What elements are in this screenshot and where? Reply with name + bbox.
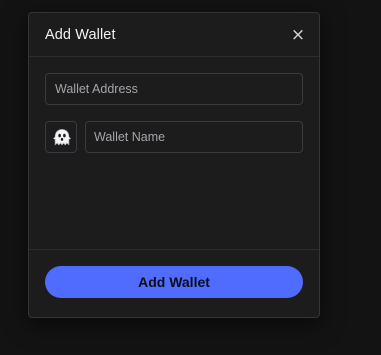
dialog-header: Add Wallet × xyxy=(29,13,319,57)
dialog-footer: Add Wallet xyxy=(29,249,319,318)
close-button[interactable]: × xyxy=(289,26,307,44)
add-wallet-dialog: Add Wallet × Add Wallet xyxy=(28,12,320,318)
ghost-icon xyxy=(53,129,71,146)
wallet-name-input[interactable] xyxy=(85,121,303,153)
dialog-body xyxy=(29,58,319,249)
add-wallet-button[interactable]: Add Wallet xyxy=(45,266,303,298)
dialog-title: Add Wallet xyxy=(45,27,116,43)
wallet-address-input[interactable] xyxy=(45,73,303,105)
close-icon: × xyxy=(290,25,306,45)
emoji-picker-button[interactable] xyxy=(45,121,77,153)
